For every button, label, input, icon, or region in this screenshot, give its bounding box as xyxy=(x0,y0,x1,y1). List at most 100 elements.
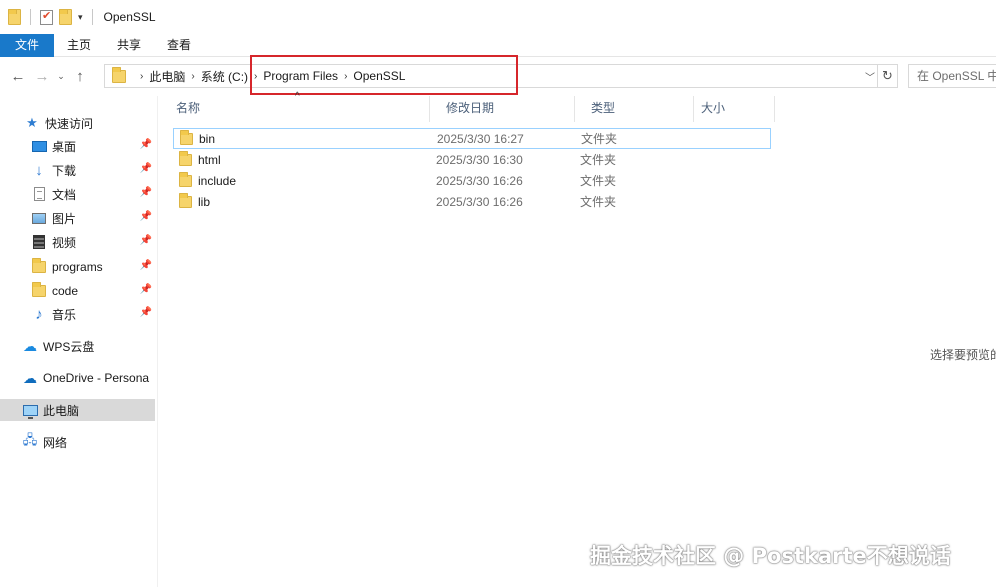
music-icon: ♪ xyxy=(35,305,43,323)
table-row[interactable]: bin 2025/3/30 16:27 文件夹 xyxy=(173,128,771,149)
properties-icon[interactable] xyxy=(40,9,53,25)
folder-icon xyxy=(31,282,47,299)
title-bar: ▾ OpenSSL xyxy=(0,0,996,34)
tab-share[interactable]: 共享 xyxy=(104,34,154,57)
desktop-icon xyxy=(31,138,47,154)
folder-icon xyxy=(179,171,192,187)
tab-view[interactable]: 查看 xyxy=(154,34,204,57)
ribbon-tabs: 文件 主页 共享 查看 xyxy=(0,34,996,57)
pin-icon[interactable]: 📌 xyxy=(140,187,152,198)
sidebar-item-label: programs xyxy=(52,260,103,274)
sidebar-item-network[interactable]: 🖧 网络 xyxy=(0,431,155,453)
quick-access-toolbar: ▾ xyxy=(8,9,96,25)
chevron-right-icon[interactable]: › xyxy=(254,71,257,82)
sidebar-item-label: 音乐 xyxy=(52,307,77,322)
address-bar[interactable]: › 此电脑 › 系统 (C:) › Program Files › OpenSS… xyxy=(104,64,878,88)
toolbar-divider xyxy=(30,9,31,25)
watermark-text: 掘金技术社区 @ Postkarte不想说话 xyxy=(590,544,951,568)
sidebar-item-pictures[interactable]: 图片 📌 xyxy=(0,207,155,229)
pin-icon[interactable]: 📌 xyxy=(140,139,152,150)
tab-home[interactable]: 主页 xyxy=(54,34,104,57)
sidebar-item-videos[interactable]: 视频 📌 xyxy=(0,231,155,253)
sidebar-item-desktop[interactable]: 桌面 📌 xyxy=(0,135,155,157)
folder-icon xyxy=(179,150,192,166)
computer-icon xyxy=(22,402,38,419)
breadcrumb-this-pc[interactable]: 此电脑 xyxy=(149,68,185,85)
sidebar-item-label: 快速访问 xyxy=(45,116,94,131)
forward-arrow-icon[interactable]: → xyxy=(30,64,54,88)
sidebar-item-programs[interactable]: programs 📌 xyxy=(0,256,155,278)
file-date: 2025/3/30 16:30 xyxy=(436,152,523,167)
sidebar-item-label: 桌面 xyxy=(52,139,77,154)
table-row[interactable]: lib 2025/3/30 16:26 文件夹 xyxy=(173,191,771,212)
pin-icon[interactable]: 📌 xyxy=(140,163,152,174)
picture-icon xyxy=(31,210,47,226)
chevron-right-icon[interactable]: › xyxy=(140,71,143,82)
sidebar-item-onedrive[interactable]: ☁ OneDrive - Persona xyxy=(0,367,155,389)
column-header-size[interactable]: 大小 xyxy=(694,96,775,122)
file-name: html xyxy=(198,152,221,167)
sidebar-item-label: WPS云盘 xyxy=(43,339,95,354)
search-input[interactable]: 在 OpenSSL 中 xyxy=(908,64,996,88)
sidebar-item-documents[interactable]: 文档 📌 xyxy=(0,183,155,205)
chevron-down-icon[interactable]: ﹀ xyxy=(865,69,875,84)
column-header-type[interactable]: 类型 xyxy=(575,96,694,122)
file-list-pane: 名称 修改日期 类型 大小 bin 2025/3/30 16:27 文件夹 ht… xyxy=(160,96,996,587)
chevron-right-icon[interactable]: › xyxy=(191,71,194,82)
toolbar-divider xyxy=(91,9,93,25)
sidebar-item-label: OneDrive - Persona xyxy=(43,371,150,385)
sidebar-item-wps-cloud[interactable]: ☁ WPS云盘 xyxy=(0,335,155,357)
file-type: 文件夹 xyxy=(581,132,618,146)
sidebar-item-label: 下载 xyxy=(52,163,77,178)
document-icon xyxy=(31,186,47,202)
file-date: 2025/3/30 16:26 xyxy=(436,173,523,188)
pin-icon[interactable]: 📌 xyxy=(140,235,152,246)
video-icon xyxy=(31,234,47,250)
customize-toolbar-dropdown-icon[interactable]: ▾ xyxy=(78,12,83,23)
sidebar-item-label: 图片 xyxy=(52,211,77,226)
sidebar-item-downloads[interactable]: ↓ 下载 📌 xyxy=(0,159,155,181)
file-date: 2025/3/30 16:27 xyxy=(437,131,524,146)
download-icon: ↓ xyxy=(35,161,43,179)
folder-icon xyxy=(179,192,192,208)
sidebar-item-label: code xyxy=(52,284,79,298)
pin-icon[interactable]: 📌 xyxy=(140,260,152,271)
file-name: include xyxy=(198,173,237,188)
new-folder-icon[interactable] xyxy=(59,9,72,25)
file-type: 文件夹 xyxy=(580,153,617,167)
navigation-pane: ★ 快速访问 桌面 📌 ↓ 下载 📌 文档 📌 图片 📌 视频 📌 progra… xyxy=(0,104,158,587)
sidebar-item-music[interactable]: ♪ 音乐 📌 xyxy=(0,303,155,325)
sidebar-item-quick-access[interactable]: ★ 快速访问 xyxy=(0,112,155,134)
folder-icon xyxy=(8,9,21,25)
preview-pane-hint: 选择要预览的 xyxy=(930,348,996,362)
file-name: lib xyxy=(198,194,211,209)
up-arrow-icon[interactable]: ↑ xyxy=(68,64,92,88)
file-date: 2025/3/30 16:26 xyxy=(436,194,523,209)
file-type: 文件夹 xyxy=(580,195,617,209)
column-header-date[interactable]: 修改日期 xyxy=(430,96,575,122)
tab-file[interactable]: 文件 xyxy=(0,34,54,57)
sidebar-item-code[interactable]: code 📌 xyxy=(0,280,155,302)
network-icon: 🖧 xyxy=(22,432,38,447)
refresh-icon[interactable]: ↻ xyxy=(878,64,898,88)
window-title: OpenSSL xyxy=(103,10,156,24)
table-row[interactable]: html 2025/3/30 16:30 文件夹 xyxy=(173,149,771,170)
navigation-bar: ← → ⌄ ↑ › 此电脑 › 系统 (C:) › Program Files … xyxy=(0,62,996,90)
sidebar-item-label: 视频 xyxy=(52,235,77,250)
pin-icon[interactable]: 📌 xyxy=(140,211,152,222)
sidebar-item-this-pc[interactable]: 此电脑 xyxy=(0,399,155,421)
folder-icon xyxy=(180,129,193,145)
chevron-right-icon[interactable]: › xyxy=(344,71,347,82)
folder-icon xyxy=(31,258,47,275)
back-arrow-icon[interactable]: ← xyxy=(6,64,30,88)
file-name: bin xyxy=(199,131,216,146)
breadcrumb-openssl[interactable]: OpenSSL xyxy=(353,69,405,83)
breadcrumb-system-drive[interactable]: 系统 (C:) xyxy=(201,68,248,85)
pin-icon[interactable]: 📌 xyxy=(140,307,152,318)
pin-icon[interactable]: 📌 xyxy=(140,284,152,295)
table-row[interactable]: include 2025/3/30 16:26 文件夹 xyxy=(173,170,771,191)
breadcrumb-program-files[interactable]: Program Files xyxy=(263,69,338,83)
star-icon: ★ xyxy=(26,115,38,130)
column-header-name[interactable]: 名称 xyxy=(160,96,430,122)
recent-locations-dropdown-icon[interactable]: ⌄ xyxy=(54,64,68,88)
